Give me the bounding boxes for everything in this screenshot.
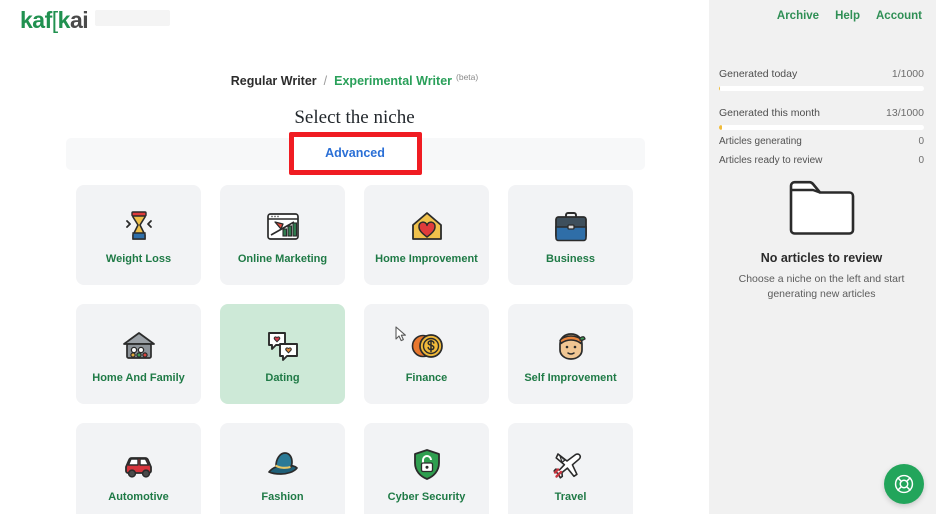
niche-label: Cyber Security <box>387 491 466 503</box>
stat-row: Generated this month 13/1000 <box>719 107 924 119</box>
niche-label: Self Improvement <box>524 372 617 384</box>
chat-hearts-icon <box>263 323 303 369</box>
top-nav: Archive Help Account <box>777 10 922 22</box>
niche-label: Online Marketing <box>237 253 328 265</box>
advanced-button[interactable]: Advanced <box>293 136 417 170</box>
counter-value: 0 <box>918 155 924 166</box>
marketing-chart-icon <box>266 213 299 240</box>
car-icon <box>119 442 159 488</box>
car-icon <box>124 457 152 478</box>
coins-dollar-icon <box>407 323 447 369</box>
niche-card-fashion[interactable]: Fashion <box>220 423 345 514</box>
kafkai-logo[interactable]: kaf[kai <box>20 6 89 34</box>
waist-icon <box>119 204 159 250</box>
niche-label: Fashion <box>261 491 304 503</box>
niche-label: Weight Loss <box>105 253 172 265</box>
tab-regular-writer[interactable]: Regular Writer <box>231 74 317 88</box>
page-title: Select the niche <box>294 107 415 128</box>
niche-label: Finance <box>405 372 448 384</box>
counter-label: Articles ready to review <box>719 155 823 166</box>
counter-value: 0 <box>918 136 924 147</box>
niche-card-weight-loss[interactable]: Weight Loss <box>76 185 201 285</box>
niche-grid: Weight Loss Online Marketing Home Improvem… <box>76 185 646 514</box>
tab-separator: / <box>323 74 328 89</box>
main-panel: kaf[kai Regular Writer / Experimental Writ… <box>0 0 709 514</box>
niche-card-business[interactable]: Business <box>508 185 633 285</box>
niche-card-travel[interactable]: Travel <box>508 423 633 514</box>
planes-icon <box>552 453 581 479</box>
shield-lock-icon <box>407 442 447 488</box>
chat-hearts-icon <box>267 332 298 361</box>
empty-state-title: No articles to review <box>760 251 883 265</box>
niche-label: Automotive <box>108 491 169 503</box>
niche-label: Travel <box>554 491 587 503</box>
niche-card-finance[interactable]: Finance <box>364 304 489 404</box>
niche-label: Home And Family <box>92 372 185 384</box>
lifebuoy-icon <box>894 474 914 494</box>
logo-placeholder-block <box>95 10 170 26</box>
house-heart-icon <box>407 204 447 250</box>
article-counters: Articles generating 0 Articles ready to re… <box>719 136 924 174</box>
tab-experimental-writer[interactable]: Experimental Writer <box>334 74 452 88</box>
counter-label: Articles generating <box>719 136 802 147</box>
logo-text-k: k <box>57 7 71 33</box>
empty-state: No articles to review Choose a niche on … <box>719 178 924 302</box>
stat-value: 1/1000 <box>891 68 924 80</box>
folder-icon <box>789 180 854 235</box>
niche-card-home-and-family[interactable]: Home And Family <box>76 304 201 404</box>
face-headband-icon <box>551 323 591 369</box>
progress-bar <box>719 125 924 130</box>
niche-card-dating[interactable]: Dating <box>220 304 345 404</box>
waist-icon <box>125 211 152 240</box>
house-heart-icon <box>411 212 442 240</box>
support-fab-button[interactable] <box>884 464 924 504</box>
face-headband-icon <box>558 333 586 360</box>
niche-card-home-improvement[interactable]: Home Improvement <box>364 185 489 285</box>
hat-icon <box>263 442 303 488</box>
progress-bar <box>719 86 924 91</box>
stat-label: Generated this month <box>719 107 820 119</box>
progress-fill <box>719 86 721 91</box>
app-root: kaf[kai Regular Writer / Experimental Writ… <box>0 0 936 514</box>
house-family-icon <box>119 323 159 369</box>
logo-text-ai: ai <box>69 7 89 33</box>
marketing-chart-icon <box>263 204 303 250</box>
niche-label: Home Improvement <box>375 253 478 265</box>
progress-fill <box>719 125 722 130</box>
empty-state-subtitle: Choose a niche on the left and start gen… <box>738 273 905 300</box>
nav-archive[interactable]: Archive <box>777 10 819 22</box>
logo-text-kaf: kaf <box>20 7 52 33</box>
usage-stats: Generated today 1/1000 Generated this mont… <box>719 68 924 146</box>
niche-label: Business <box>546 253 595 265</box>
stat-row: Generated today 1/1000 <box>719 68 924 80</box>
stat-label: Generated today <box>719 68 798 80</box>
counter-row: Articles ready to review 0 <box>719 155 924 166</box>
shield-lock-icon <box>413 449 440 480</box>
planes-icon <box>551 442 591 488</box>
niche-label: Dating <box>265 372 300 384</box>
niche-card-cyber-security[interactable]: Cyber Security <box>364 423 489 514</box>
right-sidebar: Archive Help Account Generated today 1/1000… <box>709 0 936 514</box>
niche-card-self-improvement[interactable]: Self Improvement <box>508 304 633 404</box>
briefcase-icon <box>551 204 591 250</box>
nav-help[interactable]: Help <box>835 10 860 22</box>
beta-badge: (beta) <box>456 72 479 82</box>
writer-mode-tabs: Regular Writer / Experimental Writer (beta) <box>0 72 709 88</box>
hat-icon <box>267 452 298 475</box>
coins-dollar-icon <box>411 334 443 358</box>
niche-card-automotive[interactable]: Automotive <box>76 423 201 514</box>
counter-row: Articles generating 0 <box>719 136 924 147</box>
nav-account[interactable]: Account <box>876 10 922 22</box>
niche-card-online-marketing[interactable]: Online Marketing <box>220 185 345 285</box>
briefcase-icon <box>554 212 587 242</box>
house-family-icon <box>122 332 155 359</box>
stat-value: 13/1000 <box>886 107 924 119</box>
